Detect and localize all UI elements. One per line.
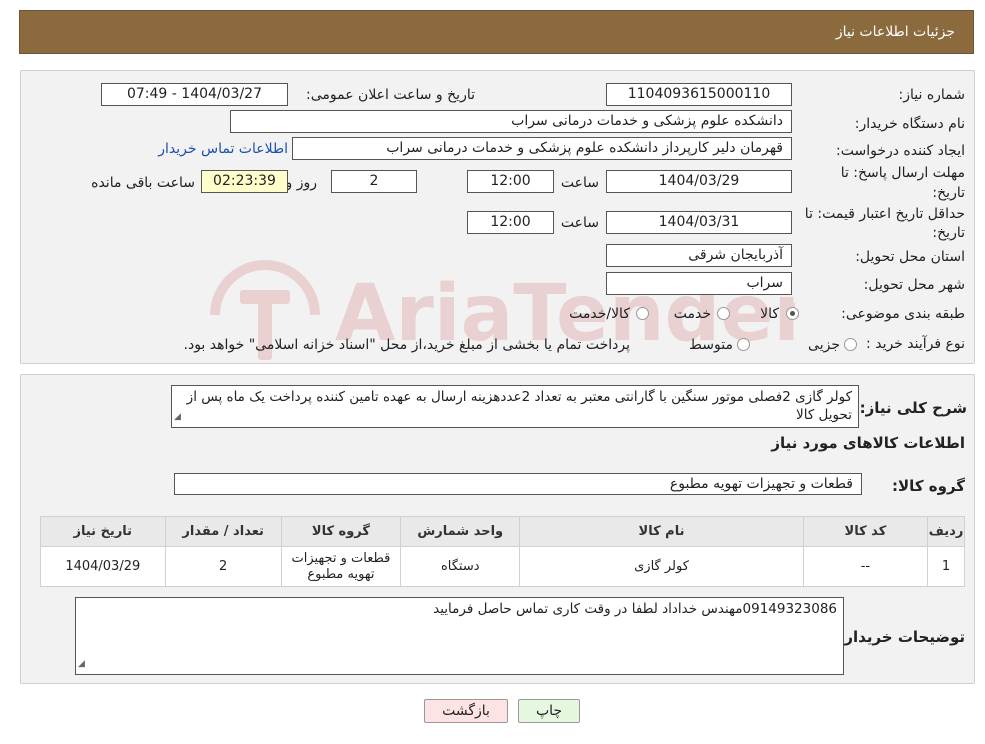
back-button[interactable]: بازگشت — [424, 699, 508, 723]
category-radio-service[interactable] — [717, 307, 730, 320]
cell-quantity: 2 — [164, 546, 282, 587]
print-button[interactable]: چاپ — [518, 699, 580, 723]
buyer-notes-text: 09149323086مهندس خداداد لطفا در وقت کاری… — [433, 601, 837, 617]
deadline-date-field: 1404/03/29 — [606, 170, 792, 193]
need-summary-textarea[interactable]: کولر گازی 2فصلی موتور سنگین با گارانتی م… — [171, 385, 859, 428]
resize-grip-icon[interactable]: ◢ — [78, 655, 85, 673]
deadline-label-date: تاریخ: — [932, 185, 965, 201]
goods-table: ردیف کد کالا نام کالا واحد شمارش گروه کا… — [40, 516, 965, 587]
price-validity-label: حداقل تاریخ اعتبار قیمت: تا — [804, 206, 965, 222]
cell-group: قطعات و تجهیزات تهویه مطبوع — [280, 546, 402, 587]
column-header-need-date: تاریخ نیاز — [40, 516, 166, 547]
province-field: آذربایجان شرقی — [606, 244, 792, 267]
category-option-service: خدمت — [673, 306, 711, 322]
buyer-notes-label: توضیحات خریدار: — [838, 628, 965, 646]
city-field: سراب — [606, 272, 792, 295]
page-header: جزئیات اطلاعات نیاز — [19, 10, 974, 54]
price-validity-time-label: ساعت — [560, 215, 599, 231]
need-summary-label: شرح کلی نیاز: — [859, 399, 967, 417]
page-title: جزئیات اطلاعات نیاز — [835, 24, 955, 40]
column-header-quantity: تعداد / مقدار — [164, 516, 282, 547]
buyer-org-field: دانشکده علوم پزشکی و خدمات درمانی سراب — [230, 110, 792, 133]
category-label: طبقه بندی موضوعی: — [841, 306, 965, 322]
category-option-goods-service: کالا/خدمت — [569, 306, 630, 322]
process-option-medium: متوسط — [689, 337, 733, 353]
goods-group-field: قطعات و تجهیزات تهویه مطبوع — [174, 473, 862, 495]
price-validity-label-date: تاریخ: — [932, 225, 965, 241]
process-payment-note: پرداخت تمام یا بخشی از مبلغ خرید،از محل … — [183, 337, 630, 353]
column-header-group: گروه کالا — [280, 516, 402, 547]
goods-info-title: اطلاعات کالاهای مورد نیاز — [771, 434, 965, 452]
buyer-contact-link[interactable]: اطلاعات تماس خریدار — [158, 141, 288, 157]
category-radio-goods[interactable] — [786, 307, 799, 320]
goods-table-header: ردیف کد کالا نام کالا واحد شمارش گروه کا… — [40, 516, 965, 547]
process-radio-medium[interactable] — [737, 338, 750, 351]
requester-field: قهرمان دلیر کارپرداز دانشکده علوم پزشکی … — [292, 137, 792, 160]
resize-grip-icon[interactable]: ◢ — [174, 408, 181, 426]
process-type-label: نوع فرآیند خرید : — [866, 336, 965, 352]
deadline-time-label: ساعت — [560, 175, 599, 191]
price-validity-time-field: 12:00 — [467, 211, 554, 234]
cell-row-number: 1 — [927, 546, 965, 587]
remaining-time-label: ساعت باقی مانده — [91, 175, 195, 191]
city-label: شهر محل تحویل: — [863, 277, 965, 293]
category-option-goods: کالا — [760, 306, 779, 322]
cell-unit: دستگاه — [400, 546, 521, 587]
column-header-row: ردیف — [927, 516, 965, 547]
requester-label: ایجاد کننده درخواست: — [836, 143, 965, 159]
goods-group-label: گروه کالا: — [892, 477, 965, 495]
deadline-time-field: 12:00 — [467, 170, 554, 193]
price-validity-date-field: 1404/03/31 — [606, 211, 792, 234]
remaining-time-field: 02:23:39 — [201, 170, 288, 193]
column-header-name: نام کالا — [519, 516, 804, 547]
announce-date-label: تاریخ و ساعت اعلان عمومی: — [306, 87, 475, 103]
need-summary-text: کولر گازی 2فصلی موتور سنگین با گارانتی م… — [186, 389, 852, 423]
cell-name: کولر گازی — [519, 546, 804, 587]
column-header-code: کد کالا — [802, 516, 929, 547]
category-radio-goods-service[interactable] — [636, 307, 649, 320]
column-header-unit: واحد شمارش — [400, 516, 521, 547]
days-label: روز و — [285, 175, 318, 191]
days-remaining-field: 2 — [331, 170, 417, 193]
need-number-field: 1104093615000110 — [606, 83, 792, 106]
need-number-label: شماره نیاز: — [898, 87, 966, 103]
table-row: 1 -- کولر گازی دستگاه قطعات و تجهیزات ته… — [40, 546, 965, 587]
buyer-org-label: نام دستگاه خریدار: — [854, 116, 965, 132]
announce-date-field: 1404/03/27 - 07:49 — [101, 83, 288, 106]
process-radio-minor[interactable] — [844, 338, 857, 351]
province-label: استان محل تحویل: — [855, 249, 965, 265]
cell-need-date: 1404/03/29 — [40, 546, 166, 587]
process-option-minor: جزیی — [808, 337, 840, 353]
cell-code: -- — [802, 546, 929, 587]
deadline-label: مهلت ارسال پاسخ: تا — [840, 165, 965, 181]
buyer-notes-textarea[interactable]: 09149323086مهندس خداداد لطفا در وقت کاری… — [75, 597, 844, 675]
